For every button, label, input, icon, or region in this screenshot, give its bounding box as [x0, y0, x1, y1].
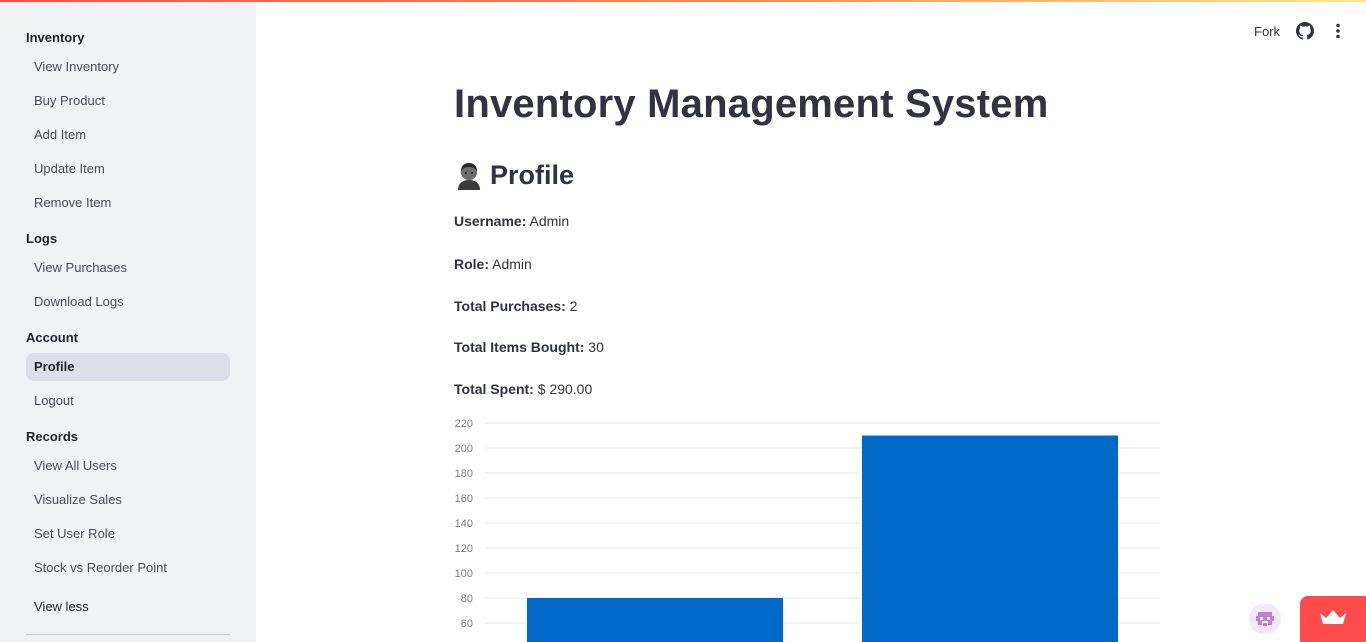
kebab-menu-icon[interactable] — [1330, 22, 1346, 40]
y-tick-label: 220 — [455, 418, 473, 430]
sidebar-item-add-item[interactable]: Add Item — [26, 121, 230, 149]
field-username: Username: Admin — [454, 213, 569, 229]
field-role: Role: Admin — [454, 256, 532, 272]
field-total-purchases: Total Purchases: 2 — [454, 298, 577, 314]
sidebar-item-visualize-sales[interactable]: Visualize Sales — [26, 486, 230, 514]
y-tick-label: 200 — [455, 443, 473, 455]
sidebar-item-view-purchases[interactable]: View Purchases — [26, 254, 230, 282]
chart-bar[interactable] — [862, 435, 1118, 642]
field-label: Role: — [454, 256, 489, 272]
field-total-items: Total Items Bought: 30 — [454, 339, 604, 355]
chart-bar[interactable] — [527, 598, 783, 642]
chart-svg: 406080100120140160180200220 — [455, 418, 1160, 642]
sidebar-item-view-all-users[interactable]: View All Users — [26, 452, 230, 480]
header-actions: Fork — [1254, 20, 1346, 42]
sidebar-item-profile[interactable]: Profile — [26, 353, 230, 381]
y-tick-label: 120 — [455, 543, 473, 555]
person-emoji-icon — [454, 161, 484, 191]
field-value: $ 290.00 — [537, 381, 593, 397]
sidebar-item-update-item[interactable]: Update Item — [26, 155, 230, 183]
pixel-bot-icon[interactable] — [1248, 603, 1282, 635]
sidebar-item-remove-item[interactable]: Remove Item — [26, 189, 230, 217]
field-label: Username: — [454, 213, 527, 229]
crown-icon — [1320, 610, 1346, 624]
deploy-badge[interactable] — [1300, 596, 1366, 642]
sidebar-item-download-logs[interactable]: Download Logs — [26, 288, 230, 316]
y-tick-label: 100 — [455, 568, 473, 580]
fork-button[interactable]: Fork — [1254, 24, 1280, 39]
bar-chart: 406080100120140160180200220 — [420, 410, 1180, 642]
y-tick-label: 140 — [455, 518, 473, 530]
field-value: 2 — [569, 298, 578, 314]
github-icon[interactable] — [1296, 22, 1314, 40]
sidebar-divider — [26, 634, 230, 635]
sidebar: Inventory View Inventory Buy Product Add… — [0, 2, 256, 642]
sidebar-item-buy-product[interactable]: Buy Product — [26, 87, 230, 115]
field-value: Admin — [492, 256, 532, 272]
sidebar-item-set-user-role[interactable]: Set User Role — [26, 520, 230, 548]
page-title: Inventory Management System — [454, 82, 1049, 126]
y-tick-label: 80 — [461, 593, 473, 605]
y-tick-label: 180 — [455, 468, 473, 480]
view-less-link[interactable]: View less — [34, 599, 89, 614]
y-tick-label: 60 — [461, 618, 473, 630]
nav-group-logs: Logs — [26, 231, 58, 246]
sidebar-item-logout[interactable]: Logout — [26, 387, 230, 415]
sidebar-item-stock-vs-reorder[interactable]: Stock vs Reorder Point — [26, 554, 230, 582]
sidebar-item-view-inventory[interactable]: View Inventory — [26, 53, 230, 81]
field-label: Total Items Bought: — [454, 339, 585, 355]
y-tick-label: 160 — [455, 493, 473, 505]
field-total-spent: Total Spent: $ 290.00 — [454, 381, 592, 397]
field-label: Total Spent: — [454, 381, 534, 397]
section-title: Profile — [490, 160, 575, 190]
field-label: Total Purchases: — [454, 298, 566, 314]
nav-group-account: Account — [26, 330, 78, 345]
nav-group-records: Records — [26, 429, 79, 444]
field-value: Admin — [529, 213, 570, 229]
profile-heading: Profile — [454, 160, 574, 191]
nav-group-inventory: Inventory — [26, 30, 85, 45]
field-value: 30 — [588, 339, 604, 355]
